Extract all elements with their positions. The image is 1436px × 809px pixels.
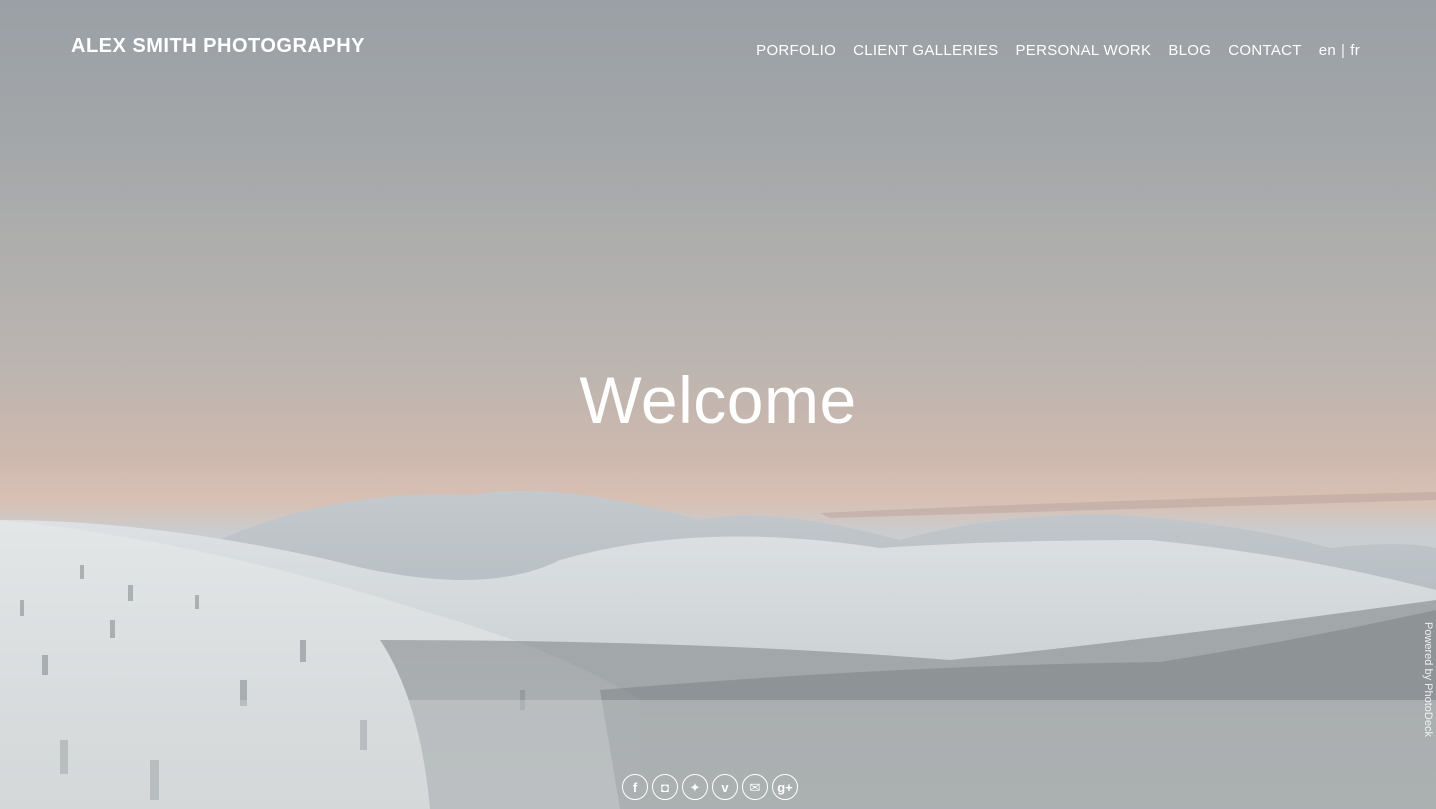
vimeo-icon[interactable]: v <box>712 774 738 800</box>
google-plus-icon[interactable]: g+ <box>772 774 798 800</box>
nav-item-portfolio[interactable]: PORFOLIO <box>756 42 836 59</box>
site-logo[interactable]: ALEX SMITH PHOTOGRAPHY <box>71 35 365 58</box>
nav-item-personal-work[interactable]: PERSONAL WORK <box>1015 42 1151 59</box>
hero-title: Welcome <box>579 363 857 437</box>
nav-item-client-galleries[interactable]: CLIENT GALLERIES <box>853 42 998 59</box>
facebook-icon[interactable]: f <box>622 774 648 800</box>
lang-separator: | <box>1341 42 1346 59</box>
twitter-icon[interactable]: ✦ <box>682 774 708 800</box>
email-icon[interactable]: ✉ <box>742 774 768 800</box>
nav-item-contact[interactable]: CONTACT <box>1228 42 1301 59</box>
nav-item-blog[interactable]: BLOG <box>1168 42 1211 59</box>
social-links: f ◘ ✦ v ✉ g+ <box>622 774 798 800</box>
language-switcher: en | fr <box>1319 42 1360 59</box>
hero-page: ALEX SMITH PHOTOGRAPHY PORFOLIO CLIENT G… <box>0 0 1436 809</box>
main-nav: PORFOLIO CLIENT GALLERIES PERSONAL WORK … <box>756 42 1360 59</box>
instagram-icon[interactable]: ◘ <box>652 774 678 800</box>
lang-en-link[interactable]: en <box>1319 42 1336 59</box>
cloud-streak <box>820 492 1436 518</box>
powered-by-link[interactable]: Powered by PhotoDeck <box>1422 622 1434 737</box>
lang-fr-link[interactable]: fr <box>1350 42 1360 59</box>
